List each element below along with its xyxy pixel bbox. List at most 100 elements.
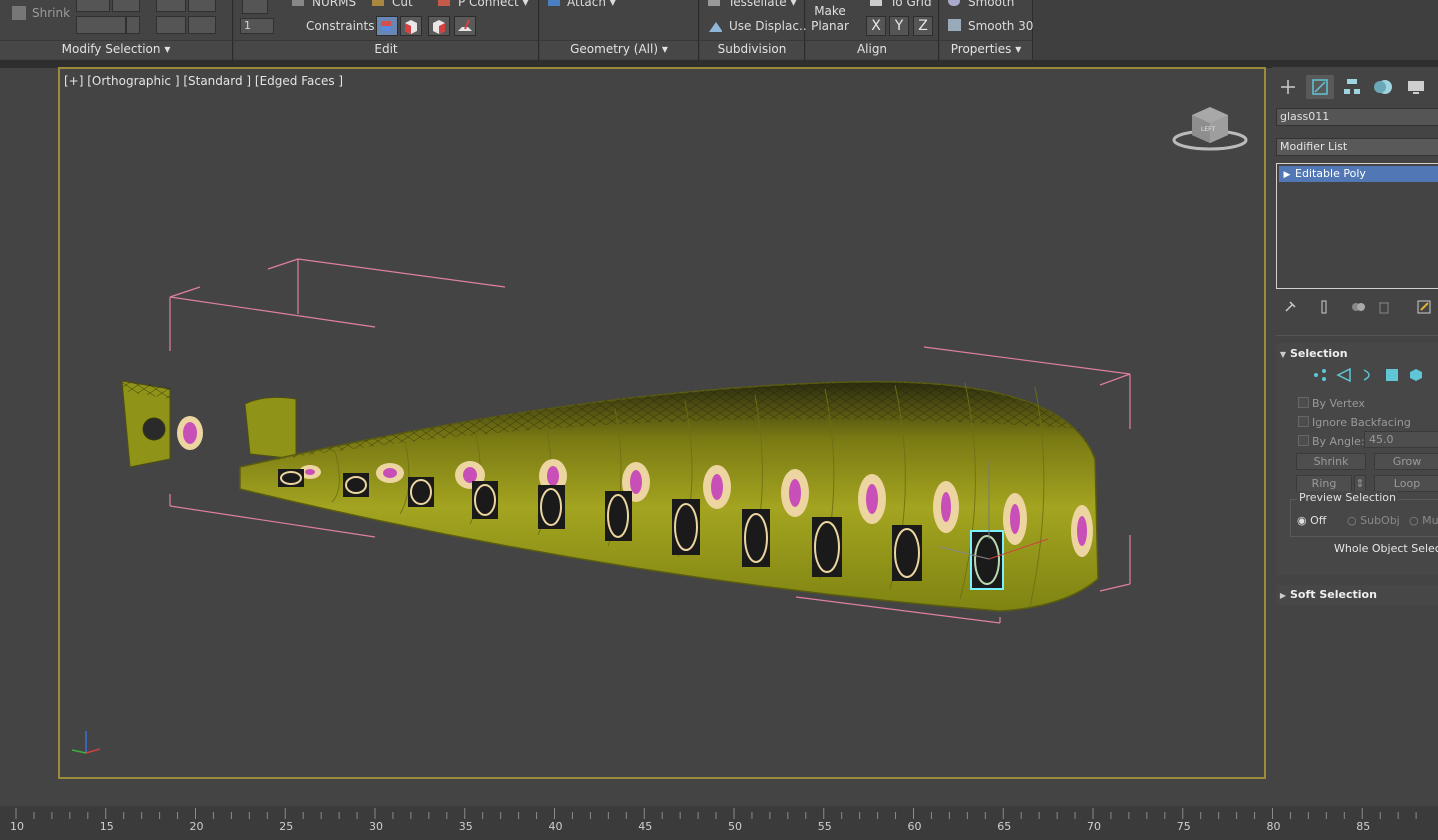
smooth30-button[interactable]: Smooth 30 xyxy=(968,19,1033,33)
use-displace-button[interactable]: Use Displac... xyxy=(729,19,810,33)
constraint-normal-button[interactable] xyxy=(454,16,476,36)
soft-selection-rollout-header[interactable]: ▶ Soft Selection xyxy=(1276,588,1438,604)
timeline-tick-label: 55 xyxy=(817,820,832,833)
shrink-button[interactable]: Shrink xyxy=(32,6,70,20)
smooth-button[interactable]: Smooth xyxy=(968,0,1014,9)
remove-modifier-icon[interactable] xyxy=(1376,299,1392,315)
timeline-tick-label: 85 xyxy=(1356,820,1371,833)
preview-subobj-radio[interactable]: ○ SubObj xyxy=(1347,514,1400,527)
timeline-tick-label: 70 xyxy=(1087,820,1101,833)
constraint-edge-button[interactable] xyxy=(400,16,422,36)
iterations-spinner[interactable]: 1 xyxy=(240,18,274,34)
motion-icon[interactable] xyxy=(1370,75,1398,99)
command-panel-tabs xyxy=(1272,75,1438,101)
panel-edit: 1 NURMS Cut P Connect ▾ Constraints: Edi… xyxy=(234,0,539,60)
orthographic-viewport[interactable]: [+] [Orthographic ] [Standard ] [Edged F… xyxy=(58,67,1266,779)
timeline-tick-label: 50 xyxy=(728,820,742,833)
loop-selection-button[interactable]: Loop xyxy=(1374,475,1438,492)
attach-button[interactable]: Attach ▾ xyxy=(567,0,616,9)
timeline-tick-label: 15 xyxy=(99,820,114,833)
timeline-tick-label: 25 xyxy=(279,820,294,833)
smooth30-icon xyxy=(948,19,961,31)
preview-selection-label: Preview Selection xyxy=(1297,491,1399,504)
grow-selection-button[interactable]: Grow xyxy=(1374,453,1438,470)
soft-selection-rollout: ▶ Soft Selection xyxy=(1276,585,1438,605)
preview-multi-radio[interactable]: ○ Mu xyxy=(1409,514,1438,527)
timeline-tick-label: 45 xyxy=(638,820,653,833)
to-grid-button[interactable]: To Grid xyxy=(890,0,932,9)
repeat-last-button[interactable] xyxy=(242,0,268,14)
timeline-tick-label: 80 xyxy=(1266,820,1281,833)
expand-arrow-icon[interactable]: ▶ xyxy=(1279,167,1295,183)
viewcube: LEFT xyxy=(1172,107,1248,151)
border-mode-icon[interactable] xyxy=(1360,367,1376,383)
timeline-tick-label: 60 xyxy=(907,820,922,833)
pconnect-icon xyxy=(438,0,450,6)
ring-selection-button[interactable]: Ring xyxy=(1296,475,1352,492)
timeline-ticks xyxy=(15,808,1417,819)
constraint-face-button[interactable] xyxy=(428,16,450,36)
geometry-title[interactable]: Geometry (All) ▾ xyxy=(540,40,698,58)
pconnect-button[interactable]: P Connect ▾ xyxy=(458,0,529,9)
constraint-none-button[interactable] xyxy=(376,16,398,36)
ignore-backfacing-checkbox[interactable]: Ignore Backfacing xyxy=(1298,416,1411,429)
by-angle-checkbox[interactable]: By Angle: xyxy=(1298,435,1365,448)
show-end-result-icon[interactable] xyxy=(1316,299,1332,315)
stack-toolbar xyxy=(1276,297,1438,319)
shrink-selection-button[interactable]: Shrink xyxy=(1296,453,1366,470)
modifier-list-dropdown[interactable]: Modifier List xyxy=(1276,138,1438,156)
properties-title[interactable]: Properties ▾ xyxy=(940,40,1032,58)
hull-end-pieces xyxy=(121,380,297,468)
preview-off-radio[interactable]: ◉ Off xyxy=(1297,514,1326,527)
svg-text:LEFT: LEFT xyxy=(1201,126,1215,133)
tessellate-button[interactable]: Tessellate ▾ xyxy=(728,0,797,9)
nurms-icon xyxy=(292,0,304,6)
polygon-mode-icon[interactable] xyxy=(1384,367,1400,383)
display-icon[interactable] xyxy=(1402,75,1430,99)
loop-grow-button[interactable] xyxy=(156,16,186,34)
loop-shrink-button[interactable] xyxy=(188,16,216,34)
align-x-button[interactable]: X xyxy=(866,16,886,36)
modifier-stack[interactable]: ▶ Editable Poly xyxy=(1276,163,1438,289)
edge-mode-icon[interactable] xyxy=(1336,367,1352,383)
ring-dropdown-button[interactable] xyxy=(126,16,140,34)
by-angle-spinner[interactable]: 45.0 xyxy=(1364,431,1438,448)
modify-icon[interactable] xyxy=(1306,75,1334,99)
modify-selection-title[interactable]: Modify Selection ▾ xyxy=(0,40,232,58)
viewport-scene[interactable]: LEFT xyxy=(60,69,1264,777)
panel-geometry: Attach ▾ Geometry (All) ▾ xyxy=(540,0,699,60)
selection-rollout: ▼ Selection By Vertex Ignore Backfacing B… xyxy=(1276,343,1438,575)
timeline-ruler[interactable]: 10 15 20 25 30 35 40 45 50 55 60 65 70 75 80 85 xyxy=(0,806,1438,840)
axis-tripod xyxy=(71,731,101,754)
make-unique-icon[interactable] xyxy=(1350,299,1366,315)
make-planar-button[interactable]: Make Planar xyxy=(810,4,850,34)
vertex-mode-icon[interactable] xyxy=(1312,367,1328,383)
pin-stack-icon[interactable] xyxy=(1282,299,1298,315)
hierarchy-icon[interactable] xyxy=(1338,75,1366,99)
timeline-tick-label: 35 xyxy=(458,820,473,833)
ring-spinner[interactable]: ⇕ xyxy=(1354,475,1366,492)
shrink-ring-button[interactable] xyxy=(188,0,216,12)
cut-button[interactable]: Cut xyxy=(392,0,413,9)
grow-ring-button[interactable] xyxy=(156,0,186,12)
by-vertex-checkbox[interactable]: By Vertex xyxy=(1298,397,1365,410)
grow-loop-button[interactable] xyxy=(76,0,110,12)
align-title: Align xyxy=(806,40,938,58)
nurms-button[interactable]: NURMS xyxy=(312,0,356,9)
smooth-icon xyxy=(948,0,960,6)
stack-item-editable-poly[interactable]: ▶ Editable Poly xyxy=(1279,166,1438,182)
create-icon[interactable] xyxy=(1274,75,1302,99)
edit-title: Edit xyxy=(234,40,538,58)
ring-shrink-button[interactable] xyxy=(76,16,126,34)
align-z-button[interactable]: Z xyxy=(913,16,933,36)
align-y-button[interactable]: Y xyxy=(889,16,909,36)
timeline-tick-label: 75 xyxy=(1176,820,1191,833)
configure-modifier-sets-icon[interactable] xyxy=(1416,299,1432,315)
element-mode-icon[interactable] xyxy=(1408,367,1424,383)
shrink-loop-button[interactable] xyxy=(112,0,140,12)
selection-rollout-header[interactable]: ▼ Selection xyxy=(1276,347,1438,363)
object-name-field[interactable]: glass011 xyxy=(1276,108,1438,126)
timeline-tick-label: 40 xyxy=(548,820,563,833)
panel-properties: Smooth Smooth 30 Properties ▾ xyxy=(940,0,1033,60)
attach-icon xyxy=(548,0,560,6)
